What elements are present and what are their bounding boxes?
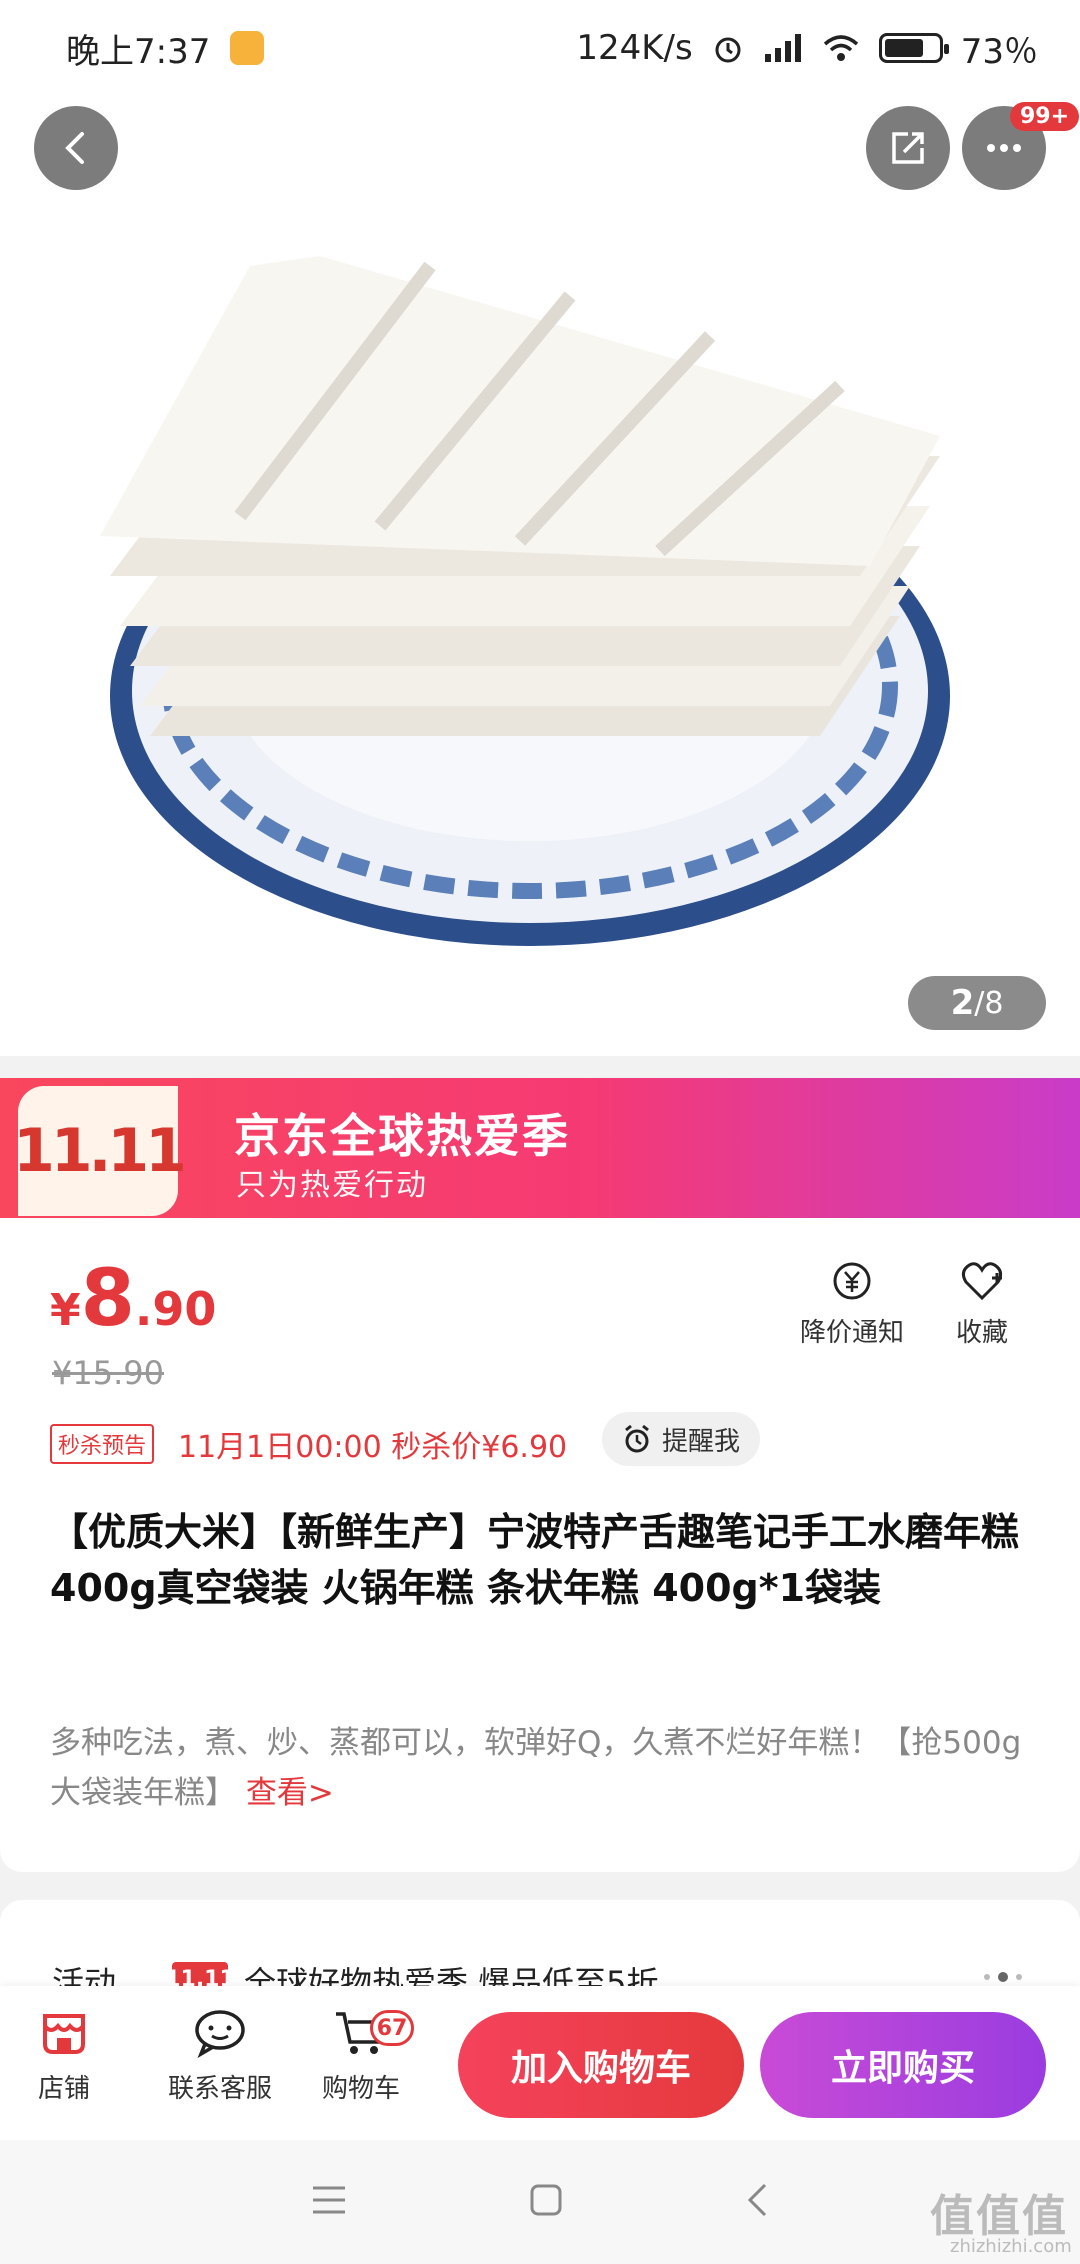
shop-tab[interactable]: 店铺 [38, 2008, 90, 2105]
price-alert-icon [833, 1262, 871, 1300]
share-button[interactable] [866, 106, 950, 190]
image-counter-total: /8 [974, 985, 1004, 1021]
favorite-button[interactable]: 收藏 [956, 1260, 1008, 1349]
watermark: 值值值 [930, 2191, 1068, 2242]
product-description: 多种吃法，煮、炒、蒸都可以，软弹好Q，久煮不烂好年糕！【抢500g大袋装年糕】 … [50, 1718, 1040, 1818]
favorite-label: 收藏 [956, 1318, 1009, 1348]
battery-percent: 73％ [960, 31, 1038, 72]
notification-icon [230, 31, 265, 65]
system-nav-bar [0, 2140, 1080, 2264]
product-title: 【优质大米】【新鲜生产】宁波特产舌趣笔记手工水磨年糕400g真空袋装 火锅年糕 … [50, 1510, 1020, 1610]
promo-title: 京东全球热爱季 [234, 1109, 570, 1163]
menu-icon [313, 2186, 345, 2214]
price-decimal: .90 [134, 1282, 217, 1336]
remind-me-label: 提醒我 [662, 1426, 741, 1457]
price-currency: ¥ [50, 1285, 81, 1336]
chat-icon [195, 2010, 245, 2058]
view-more-link[interactable]: 查看> [246, 1775, 334, 1811]
product-info-card: ¥8.90 ¥15.90 降价通知 收藏 秒杀预告 11月1日00:00 秒杀价… [0, 1218, 1080, 1872]
flash-sale-tag: 秒杀预告 [50, 1424, 155, 1464]
status-right: 124K/s 73％ [576, 24, 1038, 73]
shop-icon [43, 2014, 85, 2054]
home-nav-button[interactable] [529, 2183, 563, 2221]
image-counter: 2 /8 [908, 976, 1046, 1030]
status-time: 晚上7:37 [66, 31, 211, 72]
customer-service-label: 联系客服 [168, 2074, 273, 2104]
cart-count-badge: 67 [370, 2010, 414, 2046]
rice-cake-illustration [100, 256, 950, 946]
cart-label: 购物车 [322, 2074, 401, 2104]
menu-nav-button[interactable] [311, 2184, 347, 2220]
promo-logo: 11.11 [13, 1086, 187, 1216]
status-bar: 晚上7:37 124K/s 73％ [0, 0, 1080, 96]
heart-icon [961, 1262, 1003, 1301]
back-chevron-icon [747, 2183, 767, 2217]
alarm-icon [711, 31, 745, 65]
original-price: ¥15.90 [52, 1354, 164, 1392]
carousel-dot [1016, 1974, 1022, 1980]
share-icon [892, 132, 924, 164]
price-integer: 8 [80, 1254, 135, 1344]
product-detail-page: 晚上7:37 124K/s 73％ 2 /8 99+ 11.11 京东全球热爱季… [0, 0, 1080, 2264]
home-square-icon [530, 2184, 562, 2216]
promo-banner[interactable]: 11.11 京东全球热爱季 只为热爱行动 [0, 1078, 1080, 1218]
buy-now-button[interactable]: 立即购买 [760, 2012, 1046, 2118]
price-alert-button[interactable]: 降价通知 [800, 1260, 904, 1349]
price-alert-label: 降价通知 [800, 1318, 905, 1348]
battery-icon [878, 33, 949, 63]
more-dots-icon [987, 144, 1021, 152]
carousel-dot-active [998, 1972, 1008, 1982]
carousel-dots [984, 1972, 1022, 1982]
current-price: ¥8.90 [50, 1254, 216, 1344]
wifi-icon [821, 32, 861, 64]
back-button[interactable] [34, 106, 118, 190]
watermark-url: zhizhizhi.com [950, 2236, 1072, 2257]
product-image[interactable]: 2 /8 [0, 96, 1080, 1056]
remind-me-button[interactable]: 提醒我 [602, 1412, 761, 1466]
network-speed: 124K/s [576, 28, 693, 68]
product-description-text: 多种吃法，煮、炒、蒸都可以，软弹好Q，久煮不烂好年糕！【抢500g大袋装年糕】 [50, 1725, 1022, 1811]
customer-service-tab[interactable]: 联系客服 [168, 2008, 272, 2105]
alarm-clock-icon [625, 1424, 649, 1453]
carousel-dot [984, 1974, 990, 1980]
message-count-badge: 99+ [1010, 102, 1080, 131]
battery-level [884, 39, 923, 57]
shop-label: 店铺 [38, 2074, 91, 2104]
flash-sale-text: 11月1日00:00 秒杀价¥6.90 [178, 1430, 568, 1465]
signal-icon [763, 32, 803, 64]
status-left: 晚上7:37 [66, 24, 265, 73]
add-to-cart-button[interactable]: 加入购物车 [458, 2012, 744, 2118]
back-nav-button[interactable] [745, 2182, 769, 2222]
back-arrow-icon [65, 132, 84, 164]
promo-subtitle: 只为热爱行动 [236, 1168, 428, 1203]
bottom-action-bar: 店铺 联系客服 购物车 67 加入购物车 立即购买 [0, 1986, 1080, 2140]
image-counter-current: 2 [950, 983, 975, 1023]
